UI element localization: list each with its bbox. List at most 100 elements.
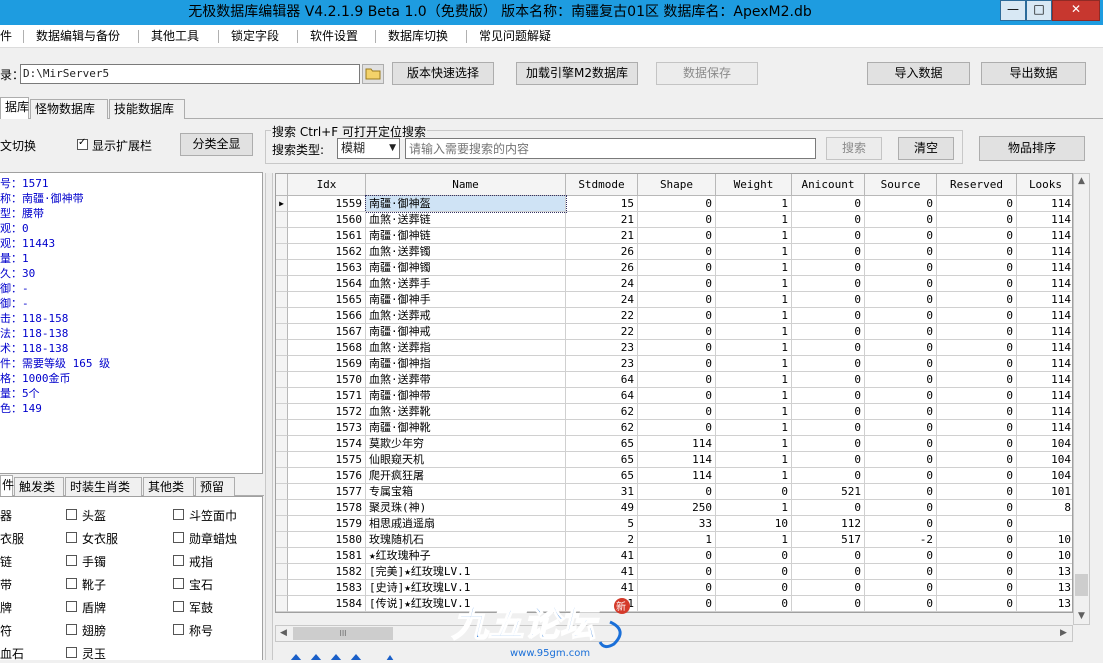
- table-cell-source[interactable]: 0: [865, 564, 937, 580]
- table-cell-looks[interactable]: 114: [1017, 292, 1072, 308]
- row-selector[interactable]: [276, 212, 288, 228]
- row-selector[interactable]: [276, 404, 288, 420]
- table-cell-looks[interactable]: [1017, 516, 1072, 532]
- table-cell-weight[interactable]: 1: [716, 244, 792, 260]
- filter-tab-trigger[interactable]: 触发类: [14, 477, 64, 497]
- filter-label[interactable]: 链: [0, 553, 12, 570]
- table-cell-shape[interactable]: 0: [638, 228, 716, 244]
- show-extension-checkbox[interactable]: [77, 137, 88, 150]
- table-cell-idx[interactable]: 1574: [288, 436, 366, 452]
- table-cell-shape[interactable]: 0: [638, 372, 716, 388]
- table-cell-shape[interactable]: 0: [638, 212, 716, 228]
- scroll-down-icon[interactable]: ▼: [1074, 609, 1089, 624]
- scroll-up-icon[interactable]: ▲: [1074, 174, 1089, 189]
- table-cell-looks[interactable]: 114: [1017, 356, 1072, 372]
- filter-label[interactable]: 血石: [0, 645, 24, 660]
- table-cell-stdmode[interactable]: 62: [566, 420, 638, 436]
- filter-label[interactable]: 器: [0, 507, 12, 524]
- filter-label[interactable]: 盾牌: [82, 599, 106, 616]
- table-cell-source[interactable]: 0: [865, 404, 937, 420]
- table-cell-shape[interactable]: 114: [638, 468, 716, 484]
- filter-label[interactable]: 灵玉: [82, 645, 106, 660]
- table-cell-stdmode[interactable]: 2: [566, 532, 638, 548]
- search-button[interactable]: 搜索: [826, 137, 882, 160]
- row-selector[interactable]: [276, 340, 288, 356]
- table-cell-idx[interactable]: 1564: [288, 276, 366, 292]
- table-cell-weight[interactable]: 1: [716, 196, 792, 212]
- table-cell-shape[interactable]: 0: [638, 356, 716, 372]
- table-cell-reserved[interactable]: 0: [937, 276, 1017, 292]
- table-cell-shape[interactable]: 0: [638, 196, 716, 212]
- table-cell-idx[interactable]: 1560: [288, 212, 366, 228]
- row-selector[interactable]: [276, 452, 288, 468]
- table-cell-idx[interactable]: 1571: [288, 388, 366, 404]
- table-cell-name[interactable]: 血煞·送葬指: [366, 340, 566, 356]
- filter-checkbox[interactable]: [66, 647, 77, 658]
- language-switch-label[interactable]: 文切换: [0, 137, 36, 154]
- column-header-weight[interactable]: Weight: [716, 174, 792, 196]
- table-cell-anicount[interactable]: 0: [792, 276, 865, 292]
- table-cell-reserved[interactable]: 0: [937, 516, 1017, 532]
- table-cell-shape[interactable]: 0: [638, 276, 716, 292]
- table-cell-stdmode[interactable]: 64: [566, 388, 638, 404]
- table-cell-weight[interactable]: 1: [716, 340, 792, 356]
- table-cell-source[interactable]: 0: [865, 388, 937, 404]
- table-cell-looks[interactable]: 8: [1017, 500, 1072, 516]
- table-cell-stdmode[interactable]: 23: [566, 356, 638, 372]
- table-cell-weight[interactable]: 1: [716, 532, 792, 548]
- filter-label[interactable]: 戒指: [189, 553, 213, 570]
- row-selector[interactable]: [276, 532, 288, 548]
- table-cell-reserved[interactable]: 0: [937, 548, 1017, 564]
- table-cell-weight[interactable]: 1: [716, 468, 792, 484]
- filter-checkbox[interactable]: [66, 532, 77, 543]
- vertical-scrollbar[interactable]: ▲ ▼: [1073, 173, 1090, 625]
- table-cell-source[interactable]: 0: [865, 484, 937, 500]
- table-cell-name[interactable]: 南疆·御神盔: [365, 195, 567, 213]
- table-cell-looks[interactable]: 114: [1017, 228, 1072, 244]
- table-cell-reserved[interactable]: 0: [937, 404, 1017, 420]
- row-selector[interactable]: [276, 580, 288, 596]
- table-cell-stdmode[interactable]: 65: [566, 436, 638, 452]
- table-cell-weight[interactable]: 1: [716, 260, 792, 276]
- table-cell-looks[interactable]: 114: [1017, 212, 1072, 228]
- table-cell-name[interactable]: 血煞·送葬手: [366, 276, 566, 292]
- save-data-button[interactable]: 数据保存: [656, 62, 758, 85]
- filter-label[interactable]: 军鼓: [189, 599, 213, 616]
- table-cell-name[interactable]: 南疆·御神链: [366, 228, 566, 244]
- table-cell-source[interactable]: -2: [865, 532, 937, 548]
- table-cell-looks[interactable]: 114: [1017, 196, 1072, 212]
- table-cell-weight[interactable]: 1: [716, 356, 792, 372]
- table-cell-name[interactable]: 南疆·御神带: [366, 388, 566, 404]
- table-cell-idx[interactable]: 1563: [288, 260, 366, 276]
- table-cell-name[interactable]: 南疆·御神戒: [366, 324, 566, 340]
- table-cell-source[interactable]: 0: [865, 452, 937, 468]
- table-cell-idx[interactable]: 1567: [288, 324, 366, 340]
- column-header-shape[interactable]: Shape: [638, 174, 716, 196]
- table-cell-stdmode[interactable]: 22: [566, 324, 638, 340]
- table-cell-anicount[interactable]: 0: [792, 340, 865, 356]
- expand-all-categories-button[interactable]: 分类全显: [180, 133, 253, 156]
- filter-checkbox[interactable]: [66, 509, 77, 520]
- table-cell-stdmode[interactable]: 62: [566, 404, 638, 420]
- table-cell-shape[interactable]: 0: [638, 564, 716, 580]
- table-cell-idx[interactable]: 1573: [288, 420, 366, 436]
- row-selector[interactable]: [276, 516, 288, 532]
- record-navigator[interactable]: [286, 650, 476, 660]
- row-selector[interactable]: [276, 388, 288, 404]
- menu-db-switch[interactable]: 数据库切换: [388, 25, 448, 47]
- table-cell-source[interactable]: 0: [865, 324, 937, 340]
- table-cell-shape[interactable]: 114: [638, 436, 716, 452]
- row-selector[interactable]: [276, 500, 288, 516]
- table-cell-anicount[interactable]: 0: [792, 468, 865, 484]
- table-cell-reserved[interactable]: 0: [937, 212, 1017, 228]
- table-cell-reserved[interactable]: 0: [937, 372, 1017, 388]
- table-cell-weight[interactable]: 1: [716, 324, 792, 340]
- table-cell-anicount[interactable]: 0: [792, 452, 865, 468]
- table-cell-reserved[interactable]: 0: [937, 484, 1017, 500]
- table-cell-idx[interactable]: 1572: [288, 404, 366, 420]
- table-cell-reserved[interactable]: 0: [937, 580, 1017, 596]
- version-quick-select-button[interactable]: 版本快速选择: [392, 62, 494, 85]
- filter-checkbox[interactable]: [173, 578, 184, 589]
- filter-label[interactable]: 手镯: [82, 553, 106, 570]
- tab-skill-db[interactable]: 技能数据库: [109, 99, 185, 119]
